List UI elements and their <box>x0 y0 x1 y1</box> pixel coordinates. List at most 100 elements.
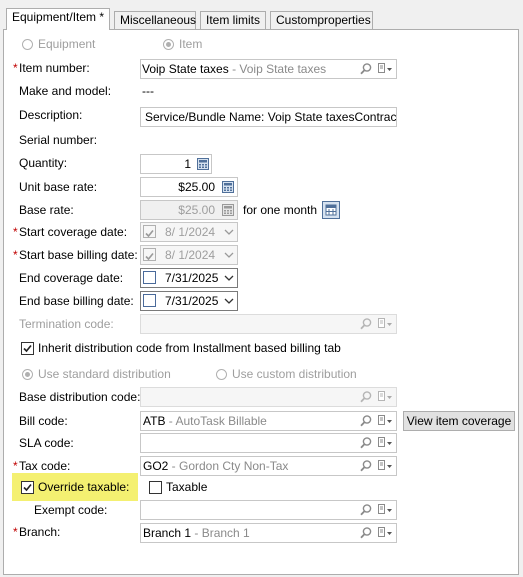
base-distribution-code-field <box>140 387 397 407</box>
magnifier-icon <box>359 317 373 331</box>
start-coverage-checkbox <box>143 225 156 238</box>
calendar-icon[interactable] <box>322 201 340 219</box>
end-coverage-value: 7/31/2025 <box>165 271 219 285</box>
exempt-code-label: Exempt code: <box>34 503 108 517</box>
equipment-radio[interactable] <box>22 39 33 50</box>
description-value: Service/Bundle Name: Voip State taxesCon… <box>145 110 397 124</box>
item-number-description: - Voip State taxes <box>228 62 327 76</box>
sla-code-field[interactable] <box>140 433 397 453</box>
details-dropdown-icon[interactable] <box>377 459 392 473</box>
details-dropdown-icon <box>377 390 392 404</box>
view-item-coverage-label: View item coverage <box>406 414 512 428</box>
quantity-value: 1 <box>184 157 191 171</box>
tab-label: Item limits <box>206 13 260 27</box>
magnifier-icon[interactable] <box>359 459 373 473</box>
unit-base-rate-label: Unit base rate: <box>19 180 98 194</box>
tax-code-label: Tax code: <box>19 459 71 473</box>
base-rate-field: $25.00 <box>140 200 238 220</box>
tab-label: Miscellaneous <box>120 13 197 27</box>
end-coverage-checkbox[interactable] <box>143 271 156 284</box>
end-billing-checkbox[interactable] <box>143 294 156 307</box>
start-coverage-label: Start coverage date: <box>19 225 128 239</box>
details-dropdown-icon[interactable] <box>377 436 392 450</box>
branch-label: Branch: <box>19 525 61 539</box>
end-coverage-date-picker[interactable]: 7/31/2025 <box>140 268 238 288</box>
description-field[interactable]: Service/Bundle Name: Voip State taxesCon… <box>140 107 397 127</box>
use-standard-distribution-radio <box>22 369 33 380</box>
base-distribution-code-label: Base distribution code: <box>19 390 141 404</box>
end-billing-label: End base billing date: <box>19 294 134 308</box>
tax-code-field[interactable]: GO2 - Gordon Cty Non-Tax <box>140 456 397 476</box>
magnifier-icon[interactable] <box>359 414 373 428</box>
tab-miscellaneous[interactable]: Miscellaneous <box>114 11 196 29</box>
taxable-checkbox[interactable] <box>149 481 162 494</box>
use-custom-distribution-radio <box>216 369 227 380</box>
item-radio[interactable] <box>163 39 174 50</box>
inherit-distribution-label: Inherit distribution code from Installme… <box>38 341 341 355</box>
make-model-label: Make and model: <box>19 84 112 98</box>
end-billing-value: 7/31/2025 <box>165 294 219 308</box>
chevron-down-icon <box>223 225 237 239</box>
exempt-code-field[interactable] <box>140 500 397 520</box>
tab-label: Equipment/Item * <box>12 10 105 24</box>
override-taxable-checkbox[interactable] <box>21 481 34 494</box>
required-marker: * <box>13 459 18 473</box>
quantity-label: Quantity: <box>19 156 68 170</box>
item-radio-label: Item <box>179 37 203 51</box>
tab-equipment-item[interactable]: Equipment/Item * <box>6 8 110 30</box>
details-dropdown-icon[interactable] <box>377 503 392 517</box>
calculator-icon <box>221 203 235 217</box>
end-coverage-label: End coverage date: <box>19 271 124 285</box>
magnifier-icon[interactable] <box>359 436 373 450</box>
calculator-icon[interactable] <box>221 180 235 194</box>
make-model-value: --- <box>142 84 154 98</box>
use-custom-distribution-label: Use custom distribution <box>232 367 357 381</box>
bill-code-label: Bill code: <box>19 414 68 428</box>
start-billing-checkbox <box>143 248 156 261</box>
branch-value: Branch 1 <box>143 526 192 540</box>
chevron-down-icon[interactable] <box>223 271 237 285</box>
view-item-coverage-button[interactable]: View item coverage <box>403 411 515 431</box>
details-dropdown-icon[interactable] <box>377 526 392 540</box>
equipment-radio-label: Equipment <box>38 37 96 51</box>
bill-code-field[interactable]: ATB - AutoTask Billable <box>140 411 397 431</box>
branch-field[interactable]: Branch 1 - Branch 1 <box>140 523 397 543</box>
use-standard-distribution-label: Use standard distribution <box>38 367 171 381</box>
unit-base-rate-field[interactable]: $25.00 <box>140 177 238 197</box>
details-dropdown-icon <box>377 317 392 331</box>
sla-code-label: SLA code: <box>19 436 74 450</box>
details-dropdown-icon[interactable] <box>377 414 392 428</box>
base-rate-label: Base rate: <box>19 203 74 217</box>
base-rate-value: $25.00 <box>178 203 215 217</box>
item-number-field[interactable]: Voip State taxes - Voip State taxes <box>140 59 397 79</box>
chevron-down-icon[interactable] <box>223 294 237 308</box>
end-billing-date-picker[interactable]: 7/31/2025 <box>140 291 238 311</box>
serial-number-label: Serial number: <box>19 133 98 147</box>
start-coverage-date-picker: 8/ 1/2024 <box>140 222 238 242</box>
bill-code-description: - AutoTask Billable <box>165 414 267 428</box>
calculator-icon[interactable] <box>196 157 210 171</box>
tax-code-value: GO2 <box>143 459 169 473</box>
item-number-label: Item number: <box>19 61 90 75</box>
start-billing-label: Start base billing date: <box>19 248 138 262</box>
base-rate-period: for one month <box>243 203 318 217</box>
termination-code-label: Termination code: <box>19 317 114 331</box>
taxable-label: Taxable <box>166 480 208 494</box>
inherit-distribution-checkbox[interactable] <box>21 342 34 355</box>
branch-description: - Branch 1 <box>191 526 250 540</box>
override-taxable-label: Override taxable: <box>38 480 130 494</box>
bill-code-value: ATB <box>143 414 166 428</box>
chevron-down-icon <box>223 248 237 262</box>
required-marker: * <box>13 525 18 539</box>
start-billing-date-picker: 8/ 1/2024 <box>140 245 238 265</box>
required-marker: * <box>13 225 18 239</box>
tab-label: Customproperties <box>276 13 371 27</box>
tax-code-description: - Gordon Cty Non-Tax <box>168 459 289 473</box>
tab-item-limits[interactable]: Item limits <box>200 11 266 29</box>
magnifier-icon[interactable] <box>359 526 373 540</box>
magnifier-icon[interactable] <box>359 62 373 76</box>
quantity-stepper[interactable]: 1 <box>140 154 212 174</box>
magnifier-icon[interactable] <box>359 503 373 517</box>
tab-custom-properties[interactable]: Customproperties <box>270 11 373 29</box>
details-dropdown-icon[interactable] <box>377 62 392 76</box>
